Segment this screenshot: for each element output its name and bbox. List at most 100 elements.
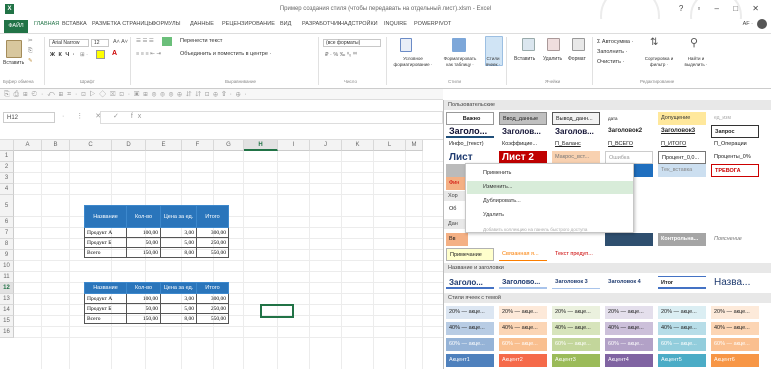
cell-style-swatch[interactable]: 60% — акце... [446,338,494,351]
border-icon[interactable]: ⊞ · [80,52,88,58]
table-cell[interactable]: Продукт Б [84,303,127,314]
tab-3[interactable]: РАЗМЕТКА СТРАНИЦЫ [92,21,153,27]
fill-button[interactable]: Заполнить · [597,49,627,55]
cell-style-swatch[interactable]: Пояснение [711,233,759,246]
column-header[interactable]: B [42,140,70,151]
font-color-icon[interactable]: A [112,50,117,57]
cell-style-swatch[interactable]: 20% — акце... [446,306,494,319]
row-header[interactable]: 14 [0,305,14,316]
table-cell[interactable]: 100,00 [126,227,161,238]
cell-style-swatch[interactable]: 40% — акце... [499,322,547,335]
copy-icon[interactable]: ⎘ [28,48,32,55]
cell-style-swatch[interactable]: Акцент4 [605,354,653,367]
table-cell[interactable]: Всего [84,247,127,258]
cell-style-swatch[interactable]: Примечание [446,248,494,261]
column-header[interactable]: D [112,140,146,151]
wrap-text-button[interactable]: Перенести текст [180,38,222,44]
table-cell[interactable]: 50,00 [126,303,161,314]
paste-icon[interactable] [6,40,22,58]
cell-style-swatch[interactable]: Итог [658,276,706,289]
cell-style-swatch[interactable]: ед_изм [711,112,759,125]
cell-style-swatch[interactable]: Ввод_данные [499,112,547,125]
sort-filter-icon[interactable]: ⇅ [650,37,658,48]
cell-style-swatch[interactable]: П_Операции [711,138,759,151]
find-select-icon[interactable]: ⚲ [690,36,698,49]
table-cell[interactable]: 150,00 [126,313,161,324]
conditional-formatting-button[interactable]: Условное форматирование · [389,56,437,68]
paste-button[interactable]: Вставить [3,60,24,66]
number-format-dropdown[interactable]: (все форматы) [323,39,381,47]
sort-filter-button[interactable]: Сортировка и фильтр · [640,56,678,68]
delete-cells-icon[interactable] [547,38,560,51]
cell-style-swatch[interactable]: Заголовок3 [658,125,706,138]
column-header[interactable]: C [70,140,112,151]
cell-style-swatch[interactable]: Вв [446,233,468,246]
align-left-icon[interactable]: ≡ ≡ ≡ ⇤ ⇥ [136,51,161,57]
tab-0[interactable]: ФАЙЛ [4,20,28,33]
cell-style-swatch[interactable]: Процент_0,0... [658,151,706,164]
cell-style-swatch[interactable]: Заголов... [552,125,600,138]
table-cell[interactable]: 550,00 [196,313,229,324]
table-cell[interactable]: 3,00 [160,293,197,304]
table-cell[interactable]: Всего [84,313,127,324]
tab-8[interactable]: РАЗРАБОТЧИК [302,21,341,27]
cell-style-swatch[interactable]: 60% — акце... [658,338,706,351]
table-cell[interactable]: 100,00 [126,293,161,304]
table-cell[interactable]: 300,00 [196,293,229,304]
column-header[interactable]: F [182,140,214,151]
table-cell[interactable]: Продукт А [84,227,127,238]
formula-input[interactable] [100,111,443,124]
insert-cells-icon[interactable] [522,38,535,51]
format-as-table-button[interactable]: Форматировать как таблицу · [440,56,480,68]
table-cell[interactable]: Продукт Б [84,237,127,248]
cell-style-swatch[interactable]: ТРЕВОГА [711,164,759,177]
font-size-dropdown[interactable]: 12 [91,39,109,47]
cell-style-swatch[interactable]: П_Баланс [552,138,600,151]
column-header[interactable]: I [278,140,310,151]
table-cell[interactable]: 8,00 [160,247,197,258]
cell-style-swatch[interactable]: Проценты_0% [711,151,759,164]
active-cell-h12[interactable] [260,304,294,318]
column-header[interactable]: K [342,140,374,151]
table-cell[interactable]: 250,00 [196,237,229,248]
cell-style-swatch[interactable]: 20% — акце... [605,306,653,319]
cell-style-swatch[interactable]: Акцент6 [711,354,759,367]
quick-access-toolbar[interactable]: ⎘ ⎙ ⊞ ◴ · ↶ ⊞ ⌗ · ⊡ ▷ ◇ ☒ ⊡ · ▣ ⊞ ⊛ ⊛ ⊛ … [0,89,443,100]
table-cell[interactable]: 300,00 [196,227,229,238]
column-header[interactable]: M [406,140,423,151]
cell-style-swatch[interactable]: 20% — акце... [658,306,706,319]
table-cell[interactable]: Продукт А [84,293,127,304]
context-menu-item[interactable]: Применить [467,167,633,180]
table-cell[interactable]: 550,00 [196,247,229,258]
format-table-icon[interactable] [452,38,466,52]
cell-style-swatch[interactable]: Заголовок2 [605,125,653,138]
row-header[interactable]: 10 [0,261,14,272]
tab-10[interactable]: INQUIRE [384,21,407,27]
cell-style-swatch[interactable]: Контрольна... [658,233,706,246]
cell-style-swatch[interactable]: 60% — акце... [605,338,653,351]
table-cell[interactable]: 5,00 [160,303,197,314]
cell-style-swatch[interactable]: 60% — акце... [499,338,547,351]
row-header[interactable]: 4 [0,184,14,195]
cell-style-swatch[interactable]: Важно [446,112,494,125]
column-header[interactable]: E [146,140,182,151]
cell-style-swatch[interactable]: Заголов... [499,125,547,138]
merge-center-button[interactable]: Объединить и поместить в центре · [180,51,271,57]
cell-style-swatch[interactable]: Текст предуп... [552,248,600,261]
cell-style-swatch[interactable]: Заголово... [499,276,547,289]
column-header[interactable]: J [310,140,342,151]
number-format-buttons[interactable]: ₽ · % ‰ ⁰₀ ⁰⁰ [325,52,357,58]
cut-icon[interactable]: ✂ [28,38,33,44]
row-header[interactable]: 7 [0,228,14,239]
cell-style-swatch[interactable]: Заголо... [446,276,494,289]
table-cell[interactable]: 50,00 [126,237,161,248]
format-cells-icon[interactable] [572,38,585,51]
column-header[interactable]: H [244,140,278,151]
avatar[interactable] [757,19,767,29]
cell-style-swatch[interactable]: 40% — акце... [711,322,759,335]
row-header[interactable]: 12 [0,283,14,294]
cell-style-swatch[interactable]: 20% — акце... [499,306,547,319]
clear-button[interactable]: Очистить · [597,59,624,65]
table-cell[interactable]: 250,00 [196,303,229,314]
cell-style-swatch[interactable]: 60% — акце... [552,338,600,351]
